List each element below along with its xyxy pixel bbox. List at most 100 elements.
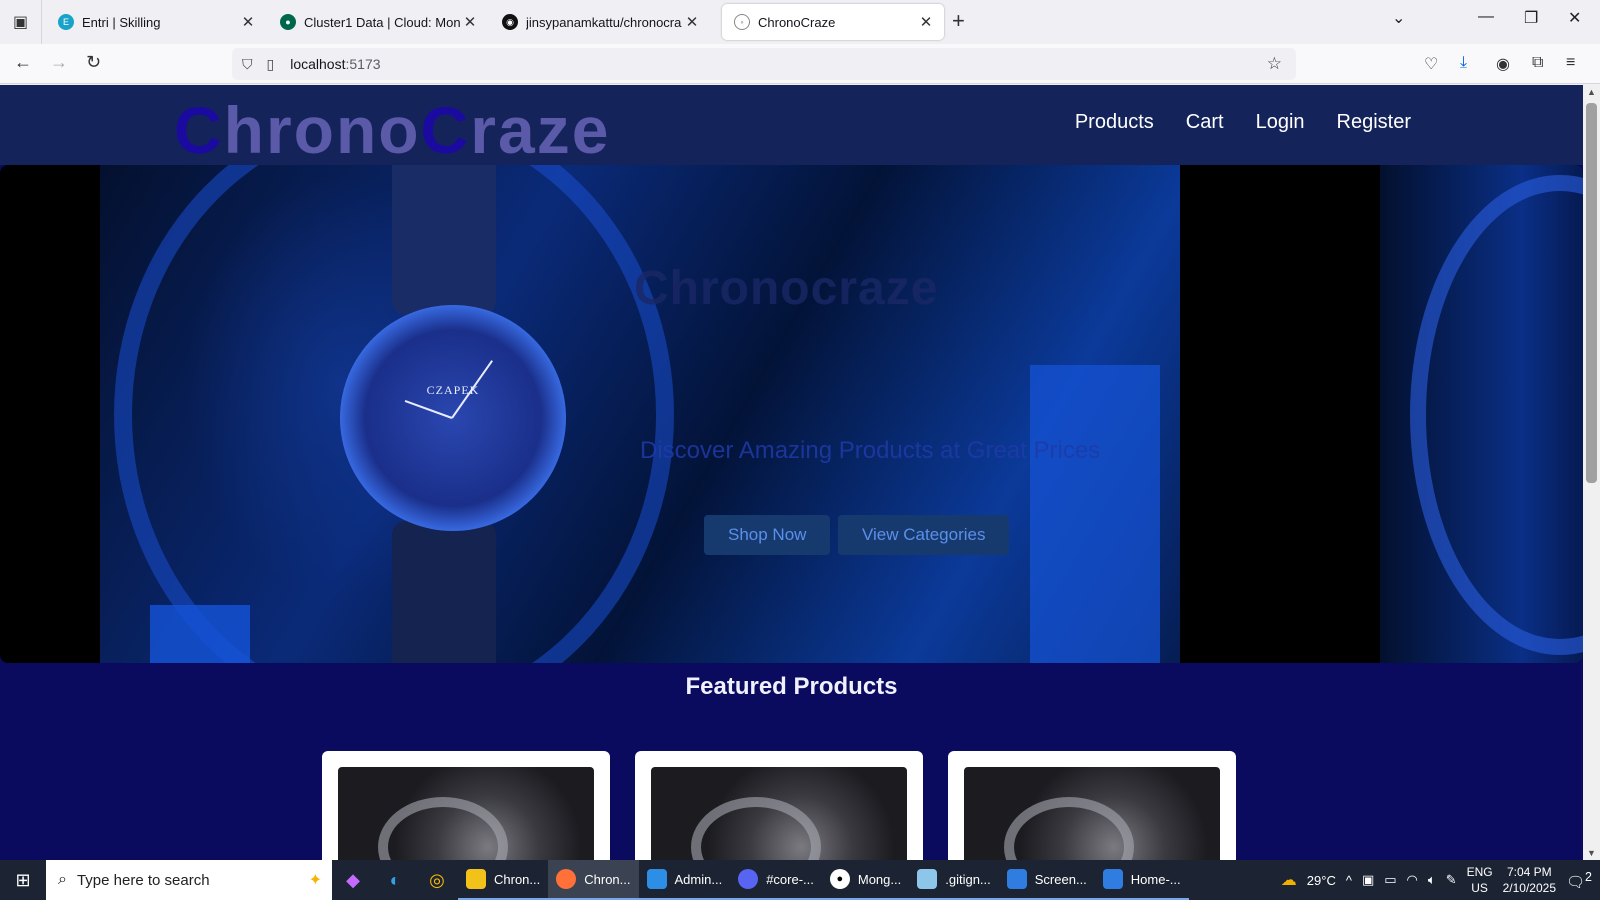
volume-icon[interactable]: 🔈︎ xyxy=(1428,872,1436,888)
view-categories-button[interactable]: View Categories xyxy=(838,515,1010,555)
close-tab-icon[interactable]: ✕ xyxy=(682,13,702,31)
address-bar[interactable]: ⛉ ▯ localhost:5173 ☆ xyxy=(232,48,1296,80)
watch-strap xyxy=(392,165,496,315)
page-info-icon[interactable]: ▯ xyxy=(267,56,275,73)
firefox-icon xyxy=(556,869,577,889)
notepad-icon xyxy=(917,869,938,889)
scroll-down-icon[interactable]: ▼ xyxy=(1583,848,1600,858)
weather-icon[interactable]: ☁ xyxy=(1281,870,1297,890)
url-host: localhost xyxy=(290,56,346,72)
notifications-icon[interactable]: 🗨︎2 xyxy=(1566,870,1592,891)
new-tab-button[interactable]: + xyxy=(952,10,965,32)
pen-icon[interactable]: ✎ xyxy=(1446,872,1457,888)
forward-icon[interactable]: → xyxy=(50,52,68,73)
product-image[interactable] xyxy=(964,767,1220,860)
nav-cart[interactable]: Cart xyxy=(1186,111,1224,134)
tab-github[interactable]: ◉ jinsypanamkattu/chronocraze ✕ xyxy=(490,4,710,40)
tab-title: Cluster1 Data | Cloud: MongoDB xyxy=(304,14,460,30)
back-icon[interactable]: ← xyxy=(14,52,32,73)
app-label: .gitign... xyxy=(945,871,991,887)
pocket-icon[interactable]: ♡ xyxy=(1424,54,1438,74)
hero-subtitle: Discover Amazing Products at Great Price… xyxy=(640,437,1101,464)
nav-login[interactable]: Login xyxy=(1256,111,1305,134)
app-label: Screen... xyxy=(1034,871,1087,887)
taskbar-app-file-explorer[interactable]: Chron... xyxy=(458,860,549,900)
app-label: Chron... xyxy=(584,871,631,887)
watch-strap xyxy=(392,521,496,663)
list-all-tabs-icon[interactable]: ⌄ xyxy=(1392,8,1405,28)
scroll-up-icon[interactable]: ▲ xyxy=(1583,87,1600,97)
logo-letter: C xyxy=(420,93,471,167)
clock-date: 2/10/2025 xyxy=(1502,881,1556,895)
taskbar-app-firefox[interactable]: Chron... xyxy=(548,860,639,900)
tab-list-icon[interactable]: ▣ xyxy=(0,0,42,44)
downloads-icon[interactable]: ⤓ xyxy=(1460,54,1467,72)
app-label: #core-... xyxy=(766,871,814,887)
shield-icon[interactable]: ⛉ xyxy=(242,56,253,73)
tab-mongodb[interactable]: ● Cluster1 Data | Cloud: MongoDB ✕ xyxy=(268,4,488,40)
shop-now-button[interactable]: Shop Now xyxy=(704,515,831,555)
reload-icon[interactable]: ↻ xyxy=(86,52,101,73)
windows-start-icon[interactable]: ⊞ xyxy=(0,860,46,900)
discord-icon xyxy=(738,869,759,889)
battery-icon[interactable]: ▭ xyxy=(1384,872,1396,888)
minimize-button[interactable]: — xyxy=(1478,8,1494,26)
notification-count: 2 xyxy=(1585,869,1592,884)
url-port: :5173 xyxy=(345,56,381,72)
vscode-icon xyxy=(646,869,667,889)
clock[interactable]: 7:04 PM 2/10/2025 xyxy=(1503,864,1556,896)
show-hidden-icons[interactable]: ^ xyxy=(1346,873,1352,888)
close-tab-icon[interactable]: ✕ xyxy=(460,13,480,31)
product-card[interactable] xyxy=(322,751,610,860)
mongodb-leaf-icon: ● xyxy=(280,14,296,30)
meet-now-icon[interactable]: ▣ xyxy=(1362,872,1374,888)
windows-taskbar: ⊞ ⌕ Type here to search ✦ ◆ ◐ ◎ Chron...… xyxy=(0,860,1600,900)
watch-image: CZAPEK xyxy=(340,305,566,531)
taskbar-app-mongodb[interactable]: ● Mong... xyxy=(821,860,910,900)
logo-text: hrono xyxy=(223,93,421,167)
product-card[interactable] xyxy=(635,751,923,860)
weather-temp[interactable]: 29°C xyxy=(1307,873,1336,888)
tab-entri[interactable]: E Entri | Skilling ✕ xyxy=(46,4,266,40)
taskbar-app-vscode[interactable]: Admin... xyxy=(638,860,731,900)
site-header: ChronoCraze Products Cart Login Register xyxy=(0,85,1583,167)
watch-hand xyxy=(404,399,453,419)
product-image[interactable] xyxy=(651,767,907,860)
browser-tab-bar: ▣ E Entri | Skilling ✕ ● Cluster1 Data |… xyxy=(0,0,1600,44)
extensions-icon[interactable]: ⧉ xyxy=(1532,54,1543,72)
copilot-icon[interactable]: ◆ xyxy=(332,860,374,900)
product-card[interactable] xyxy=(948,751,1236,860)
close-tab-icon[interactable]: ✕ xyxy=(238,13,258,31)
scrollbar-thumb[interactable] xyxy=(1586,103,1597,483)
watch-brand: CZAPEK xyxy=(426,383,480,397)
page-scrollbar[interactable]: ▲ ▼ xyxy=(1583,85,1600,860)
close-tab-icon[interactable]: ✕ xyxy=(916,13,936,31)
wifi-icon[interactable]: ◠ xyxy=(1407,872,1418,888)
chrome-icon[interactable]: ◎ xyxy=(416,860,458,900)
lang-code: ENG xyxy=(1466,865,1493,879)
nav-products[interactable]: Products xyxy=(1075,111,1154,134)
menu-icon[interactable]: ≡ xyxy=(1566,54,1575,72)
close-window-button[interactable]: ✕ xyxy=(1568,8,1581,28)
url-text[interactable]: localhost:5173 xyxy=(290,56,380,72)
restore-button[interactable]: ❐ xyxy=(1524,8,1538,28)
account-icon[interactable]: ◉ xyxy=(1496,54,1510,74)
nav-register[interactable]: Register xyxy=(1337,111,1411,134)
taskbar-app-paint[interactable]: Screen... xyxy=(998,860,1095,900)
taskbar-app-discord[interactable]: #core-... xyxy=(730,860,822,900)
hero-background-image xyxy=(100,165,1380,663)
app-label: Chron... xyxy=(494,871,541,887)
site-icon: ◦ xyxy=(734,14,750,30)
edge-icon[interactable]: ◐ xyxy=(374,860,416,900)
taskbar-app-notepad[interactable]: .gitign... xyxy=(909,860,999,900)
taskbar-app-paint[interactable]: Home-... xyxy=(1094,860,1189,900)
product-image[interactable] xyxy=(338,767,594,860)
mongodb-compass-icon: ● xyxy=(829,869,850,889)
taskbar-search[interactable]: ⌕ Type here to search ✦ xyxy=(46,860,332,900)
bookmark-star-icon[interactable]: ☆ xyxy=(1267,54,1282,74)
site-logo[interactable]: ChronoCraze xyxy=(174,91,610,169)
input-language[interactable]: ENG US xyxy=(1467,864,1493,896)
tab-chronocraze[interactable]: ◦ ChronoCraze ✕ xyxy=(722,4,944,40)
hero-side-image xyxy=(1380,165,1583,663)
app-label: Home-... xyxy=(1130,871,1181,887)
